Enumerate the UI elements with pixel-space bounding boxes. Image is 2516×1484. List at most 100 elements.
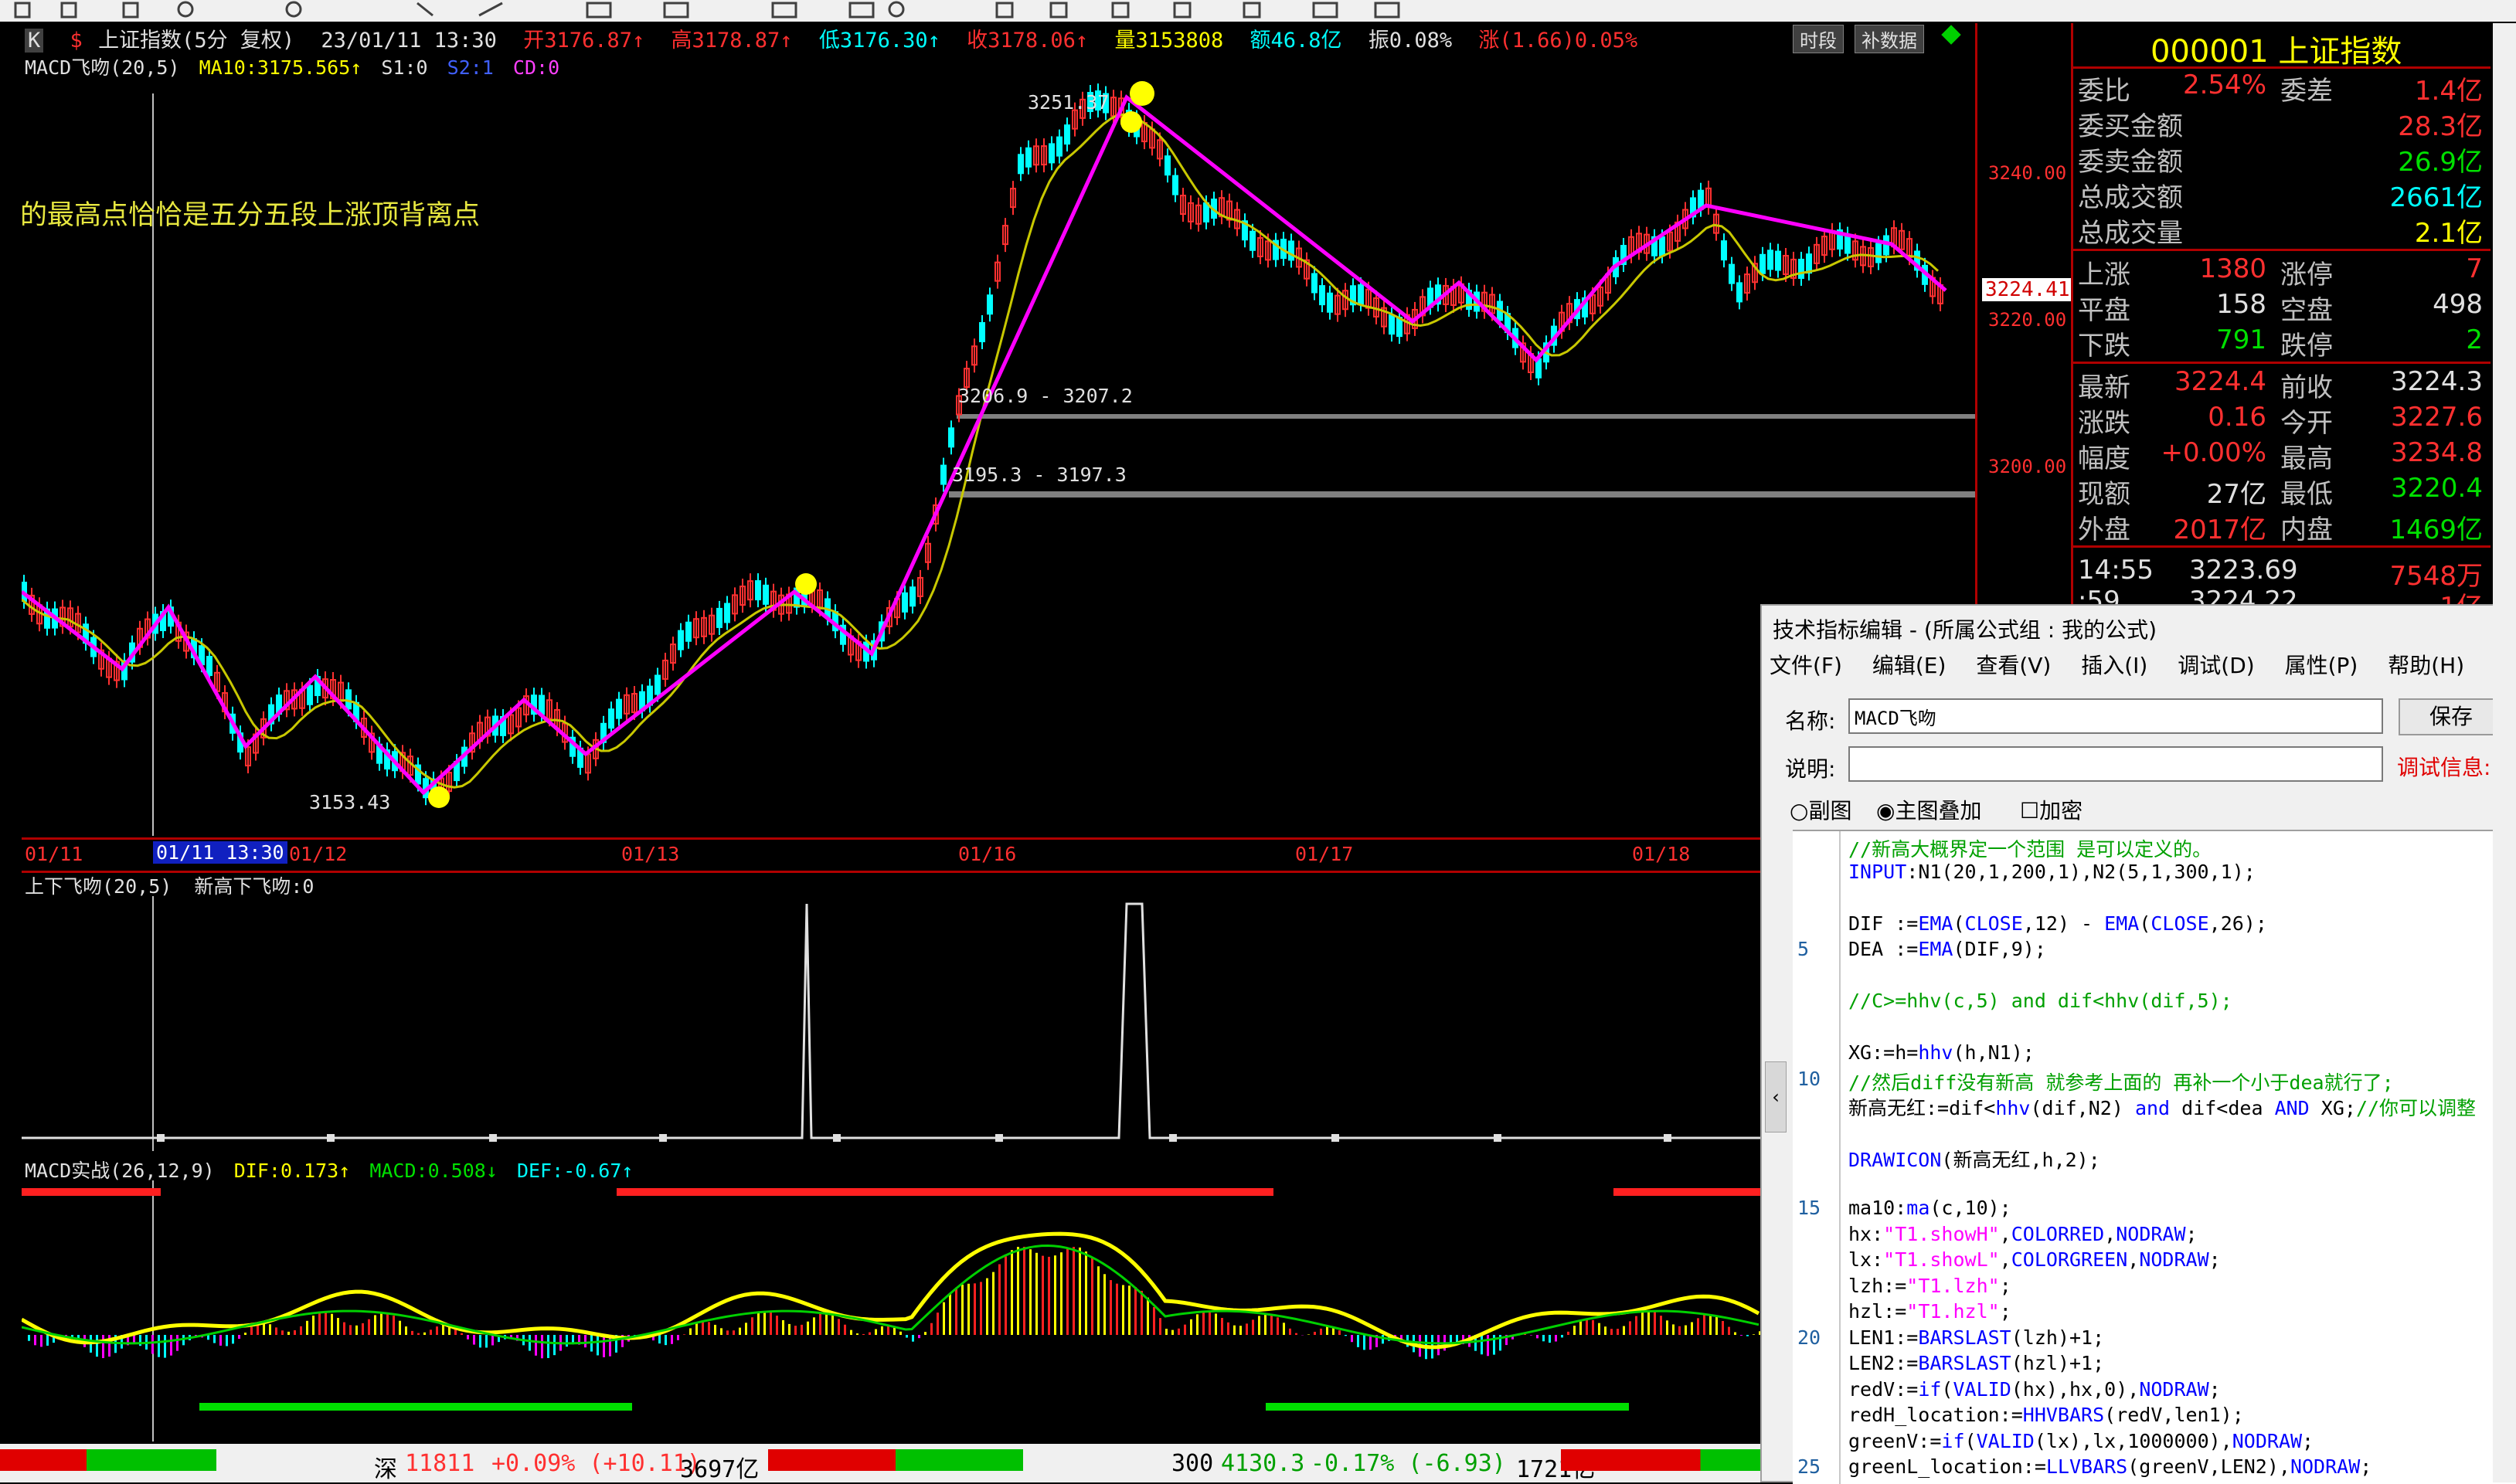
macd-bar [825,1313,828,1335]
resistance-zone-2 [949,491,1975,497]
macd-bar [399,1321,401,1335]
macd-bar [1351,1335,1353,1342]
macd-bar [1023,1247,1025,1335]
sub1-chart[interactable] [22,896,1760,1151]
quote-v2: 2.1亿 [2415,212,2483,250]
menu-file[interactable]: 文件(F) [1770,653,1842,678]
quote-l1: 外盘 [2078,508,2130,546]
macd-bar [281,1330,284,1335]
save-button[interactable]: 保存 [2399,698,2504,735]
code-line: //然后diff没有新高 就参考上面的 再补一个小于dea就行了; [1848,1068,2394,1095]
top-toolbar [0,0,2516,22]
peak-label: 3251.37 [1028,91,1109,114]
macd-bar [1079,1248,1081,1335]
quote-l2: 内盘 [2280,508,2333,546]
macd-bar [1709,1314,1712,1335]
quote-l1: 平盘 [2078,289,2130,327]
desc-input[interactable] [1848,746,2383,782]
name-input[interactable] [1848,698,2383,734]
code-line: redV:=if(VALID(hx),hx,0),NODRAW; [1848,1378,2221,1401]
radio-sub-chart[interactable]: ○副图 [1790,794,1851,825]
macd-bar [1054,1255,1056,1335]
bar-volume: 量3153808 [1114,29,1223,53]
market-bar-1 [0,1449,216,1471]
code-editor[interactable]: 510152025 //新高大概界定一个范围 是可以定义的。INPUT:N1(2… [1793,830,2516,1484]
macd-bar [1017,1247,1019,1335]
quote-v1: 2017亿 [2173,508,2266,546]
macd-bar [1617,1329,1619,1335]
macd-bar [899,1332,902,1335]
macd-bar [1091,1258,1093,1335]
fill-data-button[interactable]: 补数据 [1855,25,1924,53]
quote-row: 幅度+0.00%最高3234.8 [2073,437,2490,473]
macd-bar [485,1335,488,1347]
quote-title: 000001 上证指数 [2150,26,2402,71]
macd-bar [1740,1335,1742,1336]
debug-info-label[interactable]: 调试信息: [2397,751,2490,782]
macd-bar [788,1324,790,1335]
menu-view[interactable]: 查看(V) [1976,653,2051,678]
quote-l2: 涨停 [2280,253,2333,291]
macd-bar [393,1316,395,1335]
code-line: lx:"T1.showL",COLORGREEN,NODRAW; [1848,1248,2221,1271]
macd-bar [1141,1291,1143,1335]
macd-bar [757,1313,760,1335]
quote-row: 总成交量 2.1亿 [2073,212,2490,247]
macd-bar [374,1315,376,1335]
menu-help[interactable]: 帮助(H) [2388,653,2464,678]
macd-bar [386,1313,389,1335]
macd-bar [807,1322,809,1335]
macd-bar [151,1335,154,1354]
macd-bar [535,1335,537,1356]
quote-panel: 000001 上证指数 委比2.54%委差1.4亿委买金额28.3亿委卖金额26… [2071,23,2490,610]
macd-bar [1128,1285,1130,1335]
line-number: 25 [1797,1455,1821,1478]
indicator-editor-dialog[interactable]: 技术指标编辑 - (所属公式组 : 我的公式) 文件(F) 编辑(E) 查看(V… [1760,604,2516,1482]
macd-bar [1610,1329,1613,1335]
macd-chart[interactable] [22,1180,1760,1442]
macd-bar [491,1335,494,1345]
price-chart[interactable] [22,51,1975,836]
macd-bar [1103,1274,1106,1335]
right-sidebar-strip [2493,23,2516,1482]
macd-bar [269,1324,271,1335]
menu-edit[interactable]: 编辑(E) [1872,653,1946,678]
macd-bar [943,1302,945,1335]
collapse-handle[interactable]: ‹ [1765,1061,1787,1133]
macd-bar [1029,1249,1032,1335]
macd-bar [325,1312,327,1335]
macd-bar [658,1335,661,1343]
macd-bar [529,1335,531,1351]
period-button[interactable]: 时段 [1793,25,1844,53]
menu-properties[interactable]: 属性(P) [2285,653,2358,678]
bar-amount: 额46.8亿 [1250,29,1342,53]
signal-dot [1494,1134,1501,1142]
quote-row: 涨跌0.16今开3227.6 [2073,402,2490,437]
macd-bar [232,1335,234,1343]
diamond-icon[interactable] [1941,25,1960,44]
macd-bar [1239,1326,1242,1335]
period-flag[interactable]: K [25,29,43,53]
macd-bar [1382,1335,1384,1343]
menu-insert[interactable]: 插入(I) [2081,653,2147,678]
macd-bar [763,1311,766,1335]
macd-bar [1159,1318,1161,1335]
line-gutter: 510152025 [1793,831,1841,1484]
code-line: LEN2:=BARSLAST(hzl)+1; [1848,1352,2104,1374]
green-dot-strip [199,1403,1629,1411]
macd-bar [856,1333,858,1335]
quote-v1: 3224.4 [2174,366,2266,397]
quote-v1: 1380 [2199,253,2266,284]
macd-bar [918,1335,920,1338]
macd-bar [720,1328,722,1335]
macd-bar [46,1335,49,1346]
menu-debug[interactable]: 调试(D) [2178,653,2254,678]
radio-main-overlay[interactable]: ◉主图叠加 [1876,794,1981,825]
macd-bar [665,1335,667,1345]
quote-v2: 28.3亿 [2398,105,2483,143]
macd-bar [838,1319,840,1335]
quote-l1: 总成交量 [2078,212,2183,250]
encrypt-checkbox[interactable]: ☐加密 [2020,794,2082,825]
macd-bar [1202,1311,1205,1335]
quote-v2: 3234.8 [2391,437,2483,468]
